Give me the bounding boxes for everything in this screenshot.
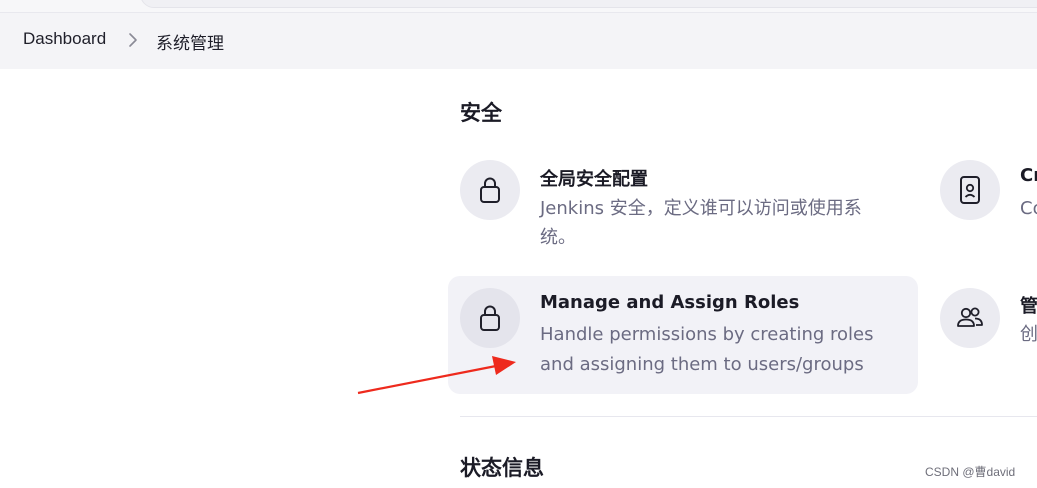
breadcrumb-dashboard-link[interactable]: Dashboard — [23, 29, 106, 49]
chevron-right-icon — [129, 33, 137, 47]
card-global-security[interactable]: 全局安全配置 Jenkins 安全，定义谁可以访问或使用系 统。 — [448, 148, 918, 260]
card-description-line: 统。 — [540, 227, 576, 248]
card-title: Cr — [1020, 165, 1037, 186]
card-description-line: Co — [1020, 198, 1037, 219]
users-icon — [940, 288, 1000, 348]
section-title-status: 状态信息 — [460, 456, 544, 480]
lock-icon — [460, 160, 520, 220]
card-description-line: Jenkins 安全，定义谁可以访问或使用系 — [540, 198, 862, 219]
section-title-security: 安全 — [460, 101, 502, 125]
breadcrumb-system-management[interactable]: 系统管理 — [156, 29, 224, 54]
card-manage-assign-roles[interactable]: Manage and Assign Roles Handle permissio… — [448, 276, 918, 394]
card-credentials[interactable]: Cr Co — [928, 148, 1037, 260]
card-title: Manage and Assign Roles — [540, 292, 800, 313]
page: Dashboard 系统管理 安全 全局安全配置 Jenkins 安全，定义谁可… — [0, 0, 1037, 488]
card-manage-users[interactable]: 管 创 — [928, 276, 1037, 394]
lock-icon — [460, 288, 520, 348]
card-description-line: and assigning them to users/groups — [540, 354, 864, 375]
card-title: 全局安全配置 — [540, 169, 648, 190]
top-header-bar — [0, 0, 1037, 13]
search-bar-edge[interactable] — [140, 0, 1037, 8]
watermark: CSDN @曹david — [925, 465, 1016, 479]
card-description-line: 创 — [1020, 324, 1037, 345]
id-badge-icon — [940, 160, 1000, 220]
section-divider — [460, 416, 1037, 417]
breadcrumb: Dashboard 系统管理 — [0, 13, 1037, 69]
card-description-line: Handle permissions by creating roles — [540, 324, 874, 345]
card-title: 管 — [1020, 296, 1037, 317]
